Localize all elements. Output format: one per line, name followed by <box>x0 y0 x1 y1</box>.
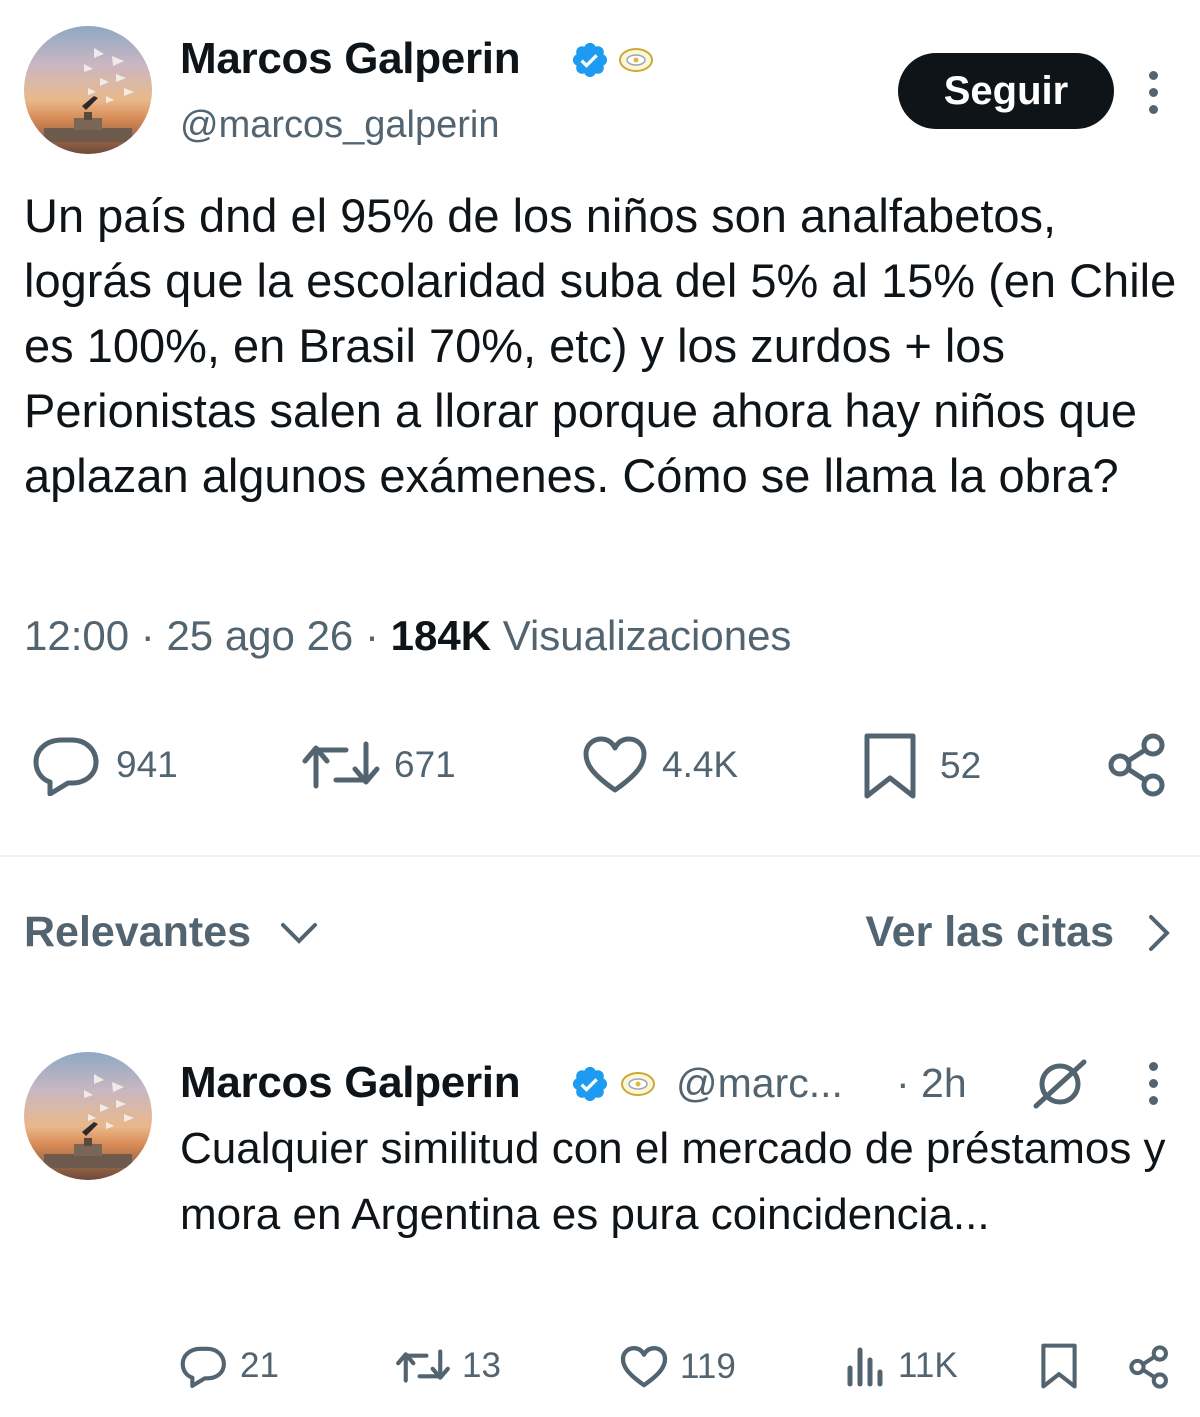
share-icon <box>1108 733 1165 797</box>
reply-like-button[interactable]: 119 <box>620 1346 736 1388</box>
reply-bubble-icon <box>180 1346 226 1388</box>
reply-views-button[interactable]: 11K <box>846 1344 958 1388</box>
reply-share-button[interactable] <box>1128 1344 1170 1390</box>
avatar-image <box>44 1074 134 1168</box>
follow-button[interactable]: Seguir <box>898 53 1114 129</box>
reply-button[interactable]: 941 <box>32 734 178 796</box>
heart-icon <box>620 1346 668 1388</box>
repost-icon <box>396 1349 450 1383</box>
grok-icon[interactable] <box>1030 1056 1090 1112</box>
like-button[interactable]: 4.4K <box>582 736 738 794</box>
reply-author-name[interactable]: Marcos Galperin <box>180 1058 521 1108</box>
verified-badge-icon <box>572 1066 608 1102</box>
author-name[interactable]: Marcos Galperin <box>180 34 521 84</box>
reply-time[interactable]: · 2h <box>896 1060 967 1107</box>
bookmark-icon <box>864 733 916 799</box>
views-count: 184K <box>390 612 492 659</box>
chevron-down-icon <box>281 922 318 944</box>
sort-replies-dropdown[interactable]: Relevantes <box>24 908 319 957</box>
tweet-text: Un país dnd el 95% de los niños son anal… <box>24 189 1177 502</box>
share-icon <box>1129 1345 1168 1389</box>
avatar-image <box>44 48 134 142</box>
share-button[interactable] <box>1106 732 1168 798</box>
reply-reply-button[interactable]: 21 <box>180 1344 279 1388</box>
reply-reply-count: 21 <box>240 1346 279 1385</box>
section-divider <box>0 855 1200 857</box>
tweet-time[interactable]: 12:00 <box>24 612 129 659</box>
bookmark-button[interactable]: 52 <box>862 732 981 800</box>
repost-icon <box>302 741 380 789</box>
more-options-icon[interactable] <box>1147 71 1159 122</box>
meta-separator: · <box>140 612 167 659</box>
views-label: Visualizaciones <box>502 612 792 659</box>
meta-separator: · <box>364 612 391 659</box>
author-handle[interactable]: @marcos_galperin <box>180 104 500 147</box>
bookmark-icon <box>1041 1343 1077 1389</box>
author-avatar[interactable] <box>24 26 152 154</box>
quotes-label: Ver las citas <box>865 908 1114 956</box>
heart-icon <box>583 736 647 793</box>
reply-repost-count: 13 <box>462 1346 501 1385</box>
gov-label-icon <box>621 1072 655 1096</box>
chevron-right-icon <box>1149 914 1170 951</box>
reply-text: Cualquier similitud con el mercado de pr… <box>180 1124 1166 1239</box>
reply-author-handle[interactable]: @marc... <box>676 1060 843 1107</box>
bookmark-count: 52 <box>940 745 982 786</box>
reply-like-count: 119 <box>680 1347 736 1386</box>
reply-count: 941 <box>116 744 178 785</box>
reply-bookmark-button[interactable] <box>1040 1342 1078 1390</box>
views-icon <box>847 1347 883 1387</box>
gov-label-icon <box>619 48 653 72</box>
tweet-meta: 12:00 · 25 ago 26 · 184K Visualizaciones <box>24 612 791 660</box>
like-count: 4.4K <box>662 744 739 785</box>
sort-label: Relevantes <box>24 908 252 956</box>
repost-button[interactable]: 671 <box>302 736 456 794</box>
view-quotes-link[interactable]: Ver las citas <box>865 908 1172 957</box>
reply-author-avatar[interactable] <box>24 1052 152 1180</box>
reply-bubble-icon <box>33 737 99 796</box>
reply-more-options-icon[interactable] <box>1147 1062 1159 1113</box>
reply-views-count: 11K <box>898 1346 958 1385</box>
verified-badge-icon <box>572 42 608 78</box>
repost-count: 671 <box>394 744 456 785</box>
reply-repost-button[interactable]: 13 <box>396 1346 501 1386</box>
tweet-date[interactable]: 25 ago 26 <box>166 612 353 659</box>
